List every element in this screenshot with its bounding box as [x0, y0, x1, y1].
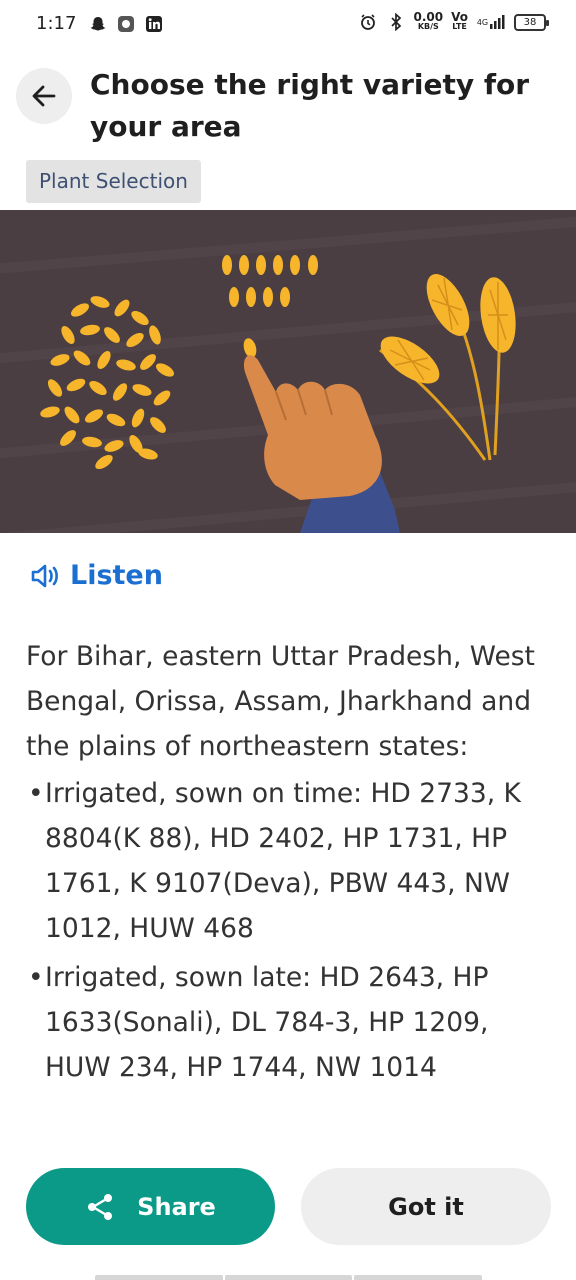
list-item-text: Irrigated, sown on time: HD 2733, K 8804…	[45, 778, 521, 944]
share-icon	[85, 1192, 115, 1222]
speaker-icon	[30, 563, 62, 589]
status-bar: 1:17 0.00 KB/S Vo LTE 4G 38	[0, 0, 576, 50]
page-title: Choose the right variety for your area	[90, 68, 530, 143]
status-notification-icons	[88, 14, 164, 34]
listen-button[interactable]: Listen	[30, 560, 163, 591]
variety-list: • Irrigated, sown on time: HD 2733, K 88…	[26, 771, 556, 1090]
share-label: Share	[137, 1192, 216, 1221]
volte-indicator: Vo LTE	[451, 10, 468, 31]
bullet-icon: •	[28, 778, 44, 809]
got-it-button[interactable]: Got it	[301, 1168, 551, 1245]
app-notification-icon	[116, 14, 136, 34]
list-item: • Irrigated, sown on time: HD 2733, K 88…	[26, 771, 556, 951]
signal-icon: 4G	[476, 12, 506, 32]
net-speed: 0.00 KB/S	[413, 10, 444, 31]
alarm-icon	[358, 12, 378, 32]
list-item-text: Irrigated, sown late: HD 2643, HP 1633(S…	[45, 962, 489, 1083]
bullet-icon: •	[28, 962, 44, 993]
linkedin-icon	[144, 14, 164, 34]
nav-segment[interactable]	[354, 1275, 483, 1280]
category-chip: Plant Selection	[26, 160, 201, 203]
variety-description: For Bihar, eastern Uttar Pradesh, West B…	[26, 634, 556, 1094]
listen-label: Listen	[70, 560, 163, 591]
snapchat-icon	[88, 14, 108, 34]
arrow-left-icon	[31, 83, 57, 109]
list-item: • Irrigated, sown late: HD 2643, HP 1633…	[26, 955, 556, 1090]
share-button[interactable]: Share	[26, 1168, 275, 1245]
system-navigation-bar	[95, 1275, 483, 1280]
nav-segment[interactable]	[95, 1275, 223, 1280]
bluetooth-icon	[386, 12, 406, 32]
nav-segment[interactable]	[224, 1275, 353, 1280]
status-system-icons: 0.00 KB/S Vo LTE 4G 38	[358, 10, 549, 32]
battery-indicator: 38	[514, 13, 549, 31]
intro-text: For Bihar, eastern Uttar Pradesh, West B…	[26, 641, 535, 762]
banner-illustration	[0, 210, 576, 544]
back-button[interactable]	[16, 68, 72, 124]
status-time: 1:17	[36, 13, 77, 34]
